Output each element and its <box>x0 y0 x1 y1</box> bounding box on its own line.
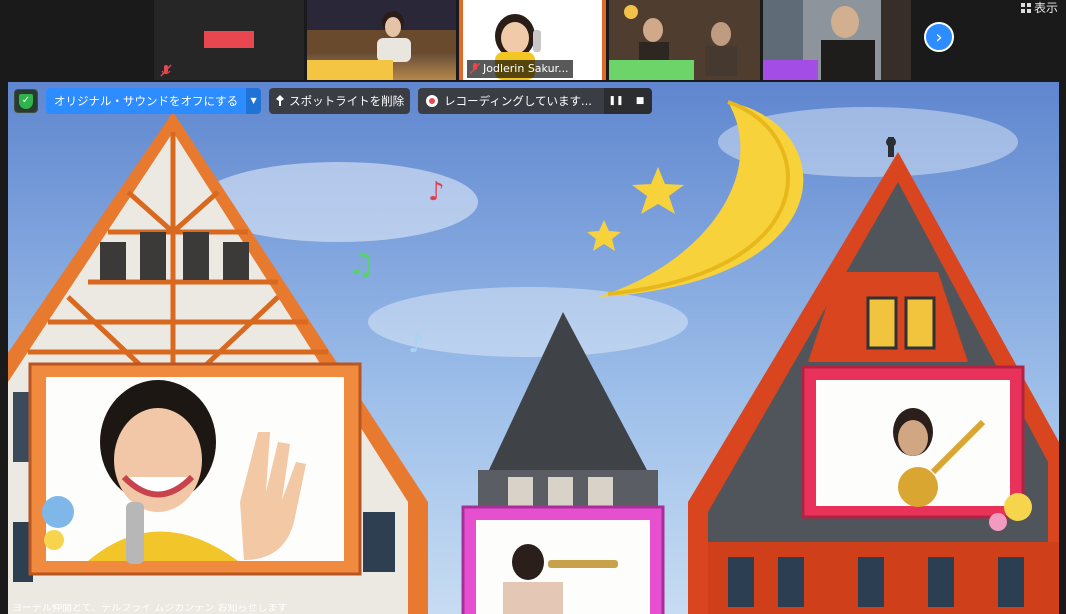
view-label: 表示 <box>1033 1 1058 15</box>
participant-tile-2[interactable]: Jodlerin Sakur... <box>459 0 606 80</box>
record-icon <box>426 95 439 107</box>
participant-name: Jodlerin Sakur... <box>483 62 569 75</box>
participant-tile-self[interactable] <box>154 0 304 80</box>
original-sound-dropdown[interactable]: ▼ <box>246 88 262 114</box>
stop-recording-button[interactable]: ■ <box>627 88 652 114</box>
remove-spotlight-button[interactable]: スポットライトを削除 <box>269 88 411 114</box>
next-page-button[interactable]: › <box>924 22 954 52</box>
zoom-meeting-window: Jodlerin Sakur... › 表示 ♪ ♫ ♪ ✓ オリジナル・サウン… <box>0 0 1066 614</box>
participant-tile-3[interactable] <box>609 0 760 80</box>
music-note-icon: ♪ <box>408 329 425 359</box>
participant-name-tag: Jodlerin Sakur... <box>467 60 573 78</box>
grid-view-icon <box>1020 3 1031 13</box>
spotlight-video[interactable]: ♪ ♫ ♪ <box>8 82 1059 614</box>
mic-muted-icon <box>470 63 480 75</box>
view-button[interactable]: 表示 <box>1018 0 1060 16</box>
chevron-down-icon: ▼ <box>250 96 257 105</box>
name-caption: ヨーデル仲間とて、デルフライ ムジカンテン お知らせします <box>12 604 312 614</box>
shield-check-icon: ✓ <box>19 93 33 109</box>
video-off-bar <box>204 31 254 48</box>
participant-tile-1[interactable] <box>307 0 456 80</box>
stop-icon: ■ <box>635 96 645 106</box>
remove-spotlight-label: スポットライトを削除 <box>289 94 405 108</box>
music-note-icon: ♪ <box>428 177 445 207</box>
music-note-icon: ♫ <box>348 247 375 282</box>
chevron-right-icon: › <box>935 27 943 48</box>
pause-icon: ❚❚ <box>608 96 624 106</box>
performer-frame-bottom <box>461 505 665 614</box>
pin-icon <box>276 95 285 106</box>
meeting-controls: ✓ オリジナル・サウンドをオフにする ▼ スポットライトを削除 レコーディングし… <box>14 88 652 114</box>
original-sound-button[interactable]: オリジナル・サウンドをオフにする <box>46 88 247 114</box>
participant-accent-bar <box>307 60 393 80</box>
participant-gallery-strip: Jodlerin Sakur... › 表示 <box>0 0 1066 82</box>
virtual-background-scene: ♪ ♫ ♪ <box>8 82 1059 614</box>
caption-text: ヨーデル仲間とて、デルフライ ムジカンテン お知らせします <box>12 604 288 614</box>
mic-muted-icon <box>160 64 172 77</box>
pause-recording-button[interactable]: ❚❚ <box>603 88 628 114</box>
recording-status: レコーディングしています... <box>418 88 604 114</box>
performer-frame-right <box>801 365 1032 531</box>
recording-indicator: レコーディングしています... ❚❚ ■ <box>418 88 652 114</box>
participant-accent-bar <box>609 60 694 80</box>
recording-label: レコーディングしています... <box>444 94 592 108</box>
participant-tile-4[interactable] <box>763 0 911 80</box>
performer-frame-left <box>28 362 362 576</box>
security-shield[interactable]: ✓ <box>14 89 38 113</box>
participant-accent-bar <box>763 60 818 80</box>
